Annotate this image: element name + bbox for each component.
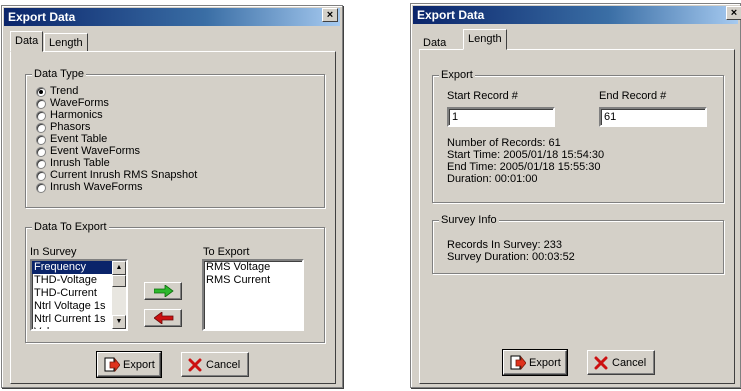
dialog-titlebar[interactable]: Export Data (4, 8, 340, 26)
remove-arrow-icon (154, 312, 174, 324)
in-survey-label: In Survey (30, 246, 77, 258)
radio-label: Trend (50, 85, 79, 97)
cancel-x-icon (594, 356, 608, 370)
radio-button[interactable] (36, 123, 46, 133)
export-button-label: Export (123, 359, 155, 371)
survey-info-legend: Survey Info (439, 213, 499, 227)
radio-label: Event WaveForms (50, 145, 141, 157)
radio-button[interactable] (36, 147, 46, 157)
data-to-export-group: Data To Export In Survey To Export Frequ… (25, 220, 325, 343)
export-button[interactable]: Export (96, 351, 162, 378)
list-item[interactable]: RMS Current (204, 274, 302, 287)
export-button[interactable]: Export (502, 349, 568, 376)
radio-button[interactable] (36, 171, 46, 181)
cancel-x-icon (188, 358, 202, 372)
cancel-button-label: Cancel (612, 357, 647, 369)
end-record-label: End Record # (599, 90, 667, 102)
radio-button[interactable] (36, 99, 46, 109)
survey-duration: Survey Duration: 00:03:52 (447, 251, 575, 263)
to-export-label: To Export (203, 246, 250, 258)
radio-label: Inrush WaveForms (50, 181, 143, 193)
remove-from-export-button[interactable] (144, 309, 182, 327)
radio-label: Inrush Table (50, 157, 110, 169)
tab-length[interactable]: Length (463, 29, 507, 50)
add-arrow-icon (154, 285, 174, 297)
dialog-titlebar[interactable]: Export Data (413, 6, 738, 24)
tab-data[interactable]: Data (10, 31, 44, 52)
export-data-dialog-data-tab: Export Data × Data Length Data Type Tren… (1, 5, 343, 388)
export-range-group: Export Start Record # End Record # 1 61 … (432, 68, 724, 203)
data-to-export-legend: Data To Export (32, 220, 109, 234)
export-button-label: Export (529, 357, 561, 369)
export-data-dialog-length-tab: Export Data × Data Length Export Start R… (410, 3, 741, 388)
records-in-survey: Records In Survey: 233 (447, 239, 562, 251)
in-survey-scrollbar[interactable]: ▲ ▼ (112, 261, 126, 329)
scroll-down-icon[interactable]: ▼ (112, 315, 126, 329)
radio-button[interactable] (36, 87, 46, 97)
tab-length[interactable]: Length (44, 33, 88, 52)
scroll-thumb[interactable] (112, 275, 126, 287)
export-range-legend: Export (439, 68, 475, 82)
number-of-records: Number of Records: 61 (447, 137, 561, 149)
radio-button[interactable] (36, 111, 46, 121)
close-icon[interactable]: × (322, 8, 338, 22)
radio-label: Event Table (50, 133, 108, 145)
radio-button[interactable] (36, 183, 46, 193)
radio-label: Phasors (50, 121, 91, 133)
data-type-group: Data Type Trend WaveForms Harmonics Phasors… (25, 67, 325, 208)
radio-button[interactable] (36, 159, 46, 169)
radio-button[interactable] (36, 135, 46, 145)
cancel-button[interactable]: Cancel (587, 350, 655, 375)
export-icon (510, 355, 526, 371)
list-item[interactable]: RMS Voltage (204, 261, 302, 274)
tab-panel: Export Start Record # End Record # 1 61 … (419, 49, 735, 384)
radio-label: Harmonics (50, 109, 103, 121)
scroll-up-icon[interactable]: ▲ (112, 261, 126, 275)
dialog-title: Export Data (8, 10, 76, 24)
add-to-export-button[interactable] (144, 282, 182, 300)
to-export-list[interactable]: RMS Voltage RMS Current (202, 259, 304, 331)
start-record-field[interactable]: 1 (447, 107, 555, 127)
start-time: Start Time: 2005/01/18 15:54:30 (447, 149, 605, 161)
export-icon (104, 357, 120, 373)
data-type-legend: Data Type (32, 67, 86, 81)
dialog-title: Export Data (417, 8, 485, 22)
tab-panel: Data Type Trend WaveForms Harmonics Phasors… (10, 51, 336, 384)
radio-label: WaveForms (50, 97, 109, 109)
cancel-button-label: Cancel (206, 359, 241, 371)
start-record-label: Start Record # (447, 90, 518, 102)
in-survey-list[interactable]: Frequency THD-Voltage THD-Current Ntrl Volt… (30, 259, 128, 331)
end-time: End Time: 2005/01/18 15:55:30 (447, 161, 601, 173)
radio-label: Current Inrush RMS Snapshot (50, 169, 198, 181)
duration: Duration: 00:01:00 (447, 173, 538, 185)
survey-info-group: Survey Info Records In Survey: 233 Surve… (432, 213, 724, 274)
end-record-field[interactable]: 61 (599, 107, 707, 127)
close-icon[interactable]: × (726, 6, 741, 20)
cancel-button[interactable]: Cancel (181, 352, 249, 377)
